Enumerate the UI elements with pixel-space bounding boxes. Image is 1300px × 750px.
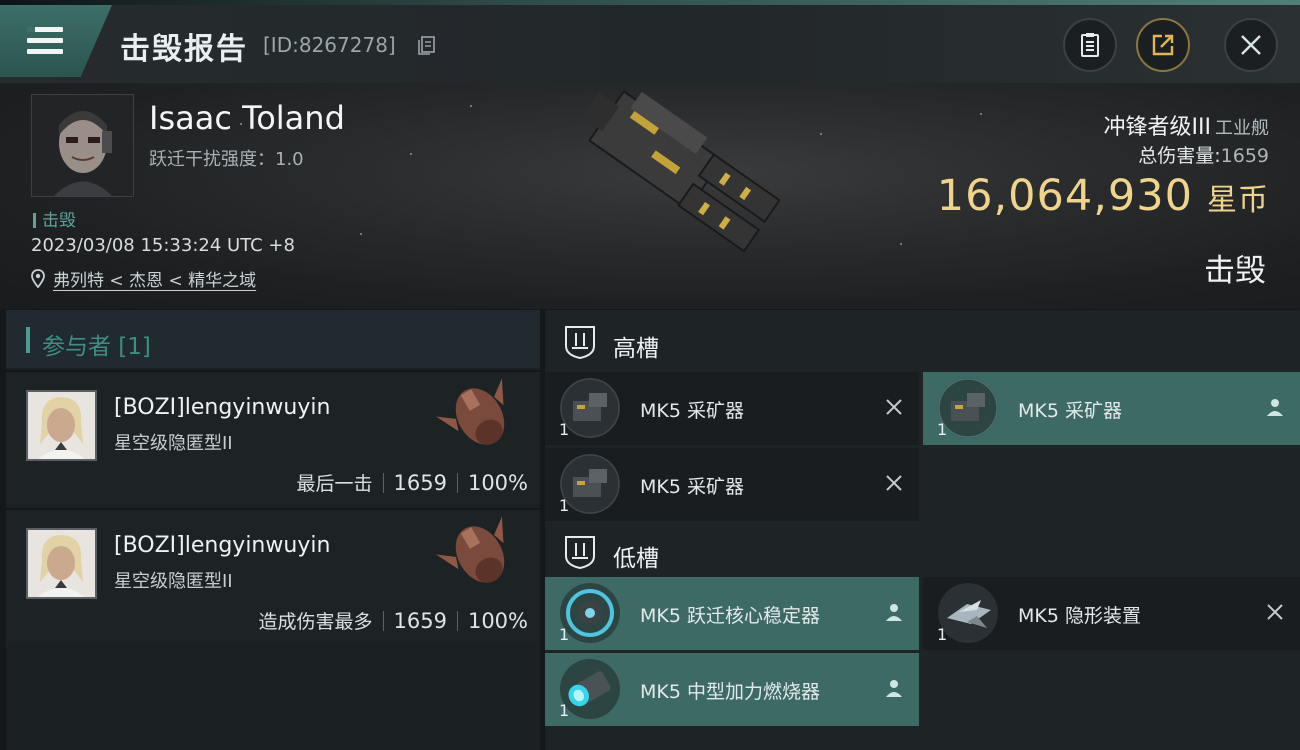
- module-name: MK5 采矿器: [640, 476, 744, 498]
- participant-avatar[interactable]: [26, 390, 97, 461]
- person-icon: [886, 604, 902, 621]
- high-slots-title: 高槽: [613, 336, 659, 362]
- low-slot-icon: [565, 536, 595, 570]
- module-item[interactable]: 1 MK5 中型加力燃烧器: [545, 653, 919, 726]
- module-name: MK5 中型加力燃烧器: [640, 681, 820, 703]
- participant-stats: 造成伤害最多 1659 100%: [258, 608, 528, 634]
- close-icon: [1241, 35, 1261, 55]
- kill-timestamp: 2023/03/08 15:33:24 UTC +8: [31, 235, 295, 256]
- participant-avatar[interactable]: [26, 528, 97, 599]
- victim-portrait[interactable]: [31, 94, 134, 197]
- high-slots-header: 高槽: [545, 310, 1300, 372]
- kill-status: 击毁: [1204, 253, 1266, 289]
- person-icon: [886, 680, 902, 697]
- low-slots-header: 低槽: [545, 520, 1300, 582]
- participant-ship: 星空级隐匿型II: [114, 433, 233, 454]
- participants-panel: 参与者 [1] [BOZI]lengyinwuyin 星空级隐匿型II 最后一击…: [6, 310, 540, 750]
- close-button[interactable]: [1224, 18, 1278, 72]
- participant-card[interactable]: [BOZI]lengyinwuyin 星空级隐匿型II 最后一击 1659 10…: [6, 370, 540, 504]
- participant-card[interactable]: [BOZI]lengyinwuyin 星空级隐匿型II 造成伤害最多 1659 …: [6, 508, 540, 642]
- total-damage: 总伤害量:1659: [1138, 145, 1269, 167]
- destroyed-icon: [1267, 604, 1283, 620]
- module-item[interactable]: 1 MK5 跃迁核心稳定器: [545, 577, 919, 650]
- participants-title: 参与者 [1]: [42, 334, 151, 360]
- isk-value: 16,064,930 星币: [936, 171, 1269, 221]
- module-name: MK5 隐形装置: [1018, 605, 1141, 627]
- clipboard-icon: [1081, 33, 1099, 57]
- module-name: MK5 采矿器: [1018, 400, 1122, 422]
- kill-tag: 击毁: [33, 206, 76, 231]
- menu-icon: [27, 27, 63, 55]
- share-icon: [1152, 34, 1174, 56]
- module-item[interactable]: 1 MK5 采矿器: [545, 372, 919, 445]
- module-item[interactable]: 1 MK5 采矿器: [923, 372, 1300, 445]
- kill-location[interactable]: 弗列特 < 杰恩 < 精华之域: [31, 266, 256, 291]
- participants-header: 参与者 [1]: [6, 310, 540, 368]
- module-name: MK5 跃迁核心稳定器: [640, 605, 820, 627]
- fittings-panel: 高槽 1 MK5 采矿器 1 MK5 采矿器 1 MK5 采矿器 低槽 1 MK…: [545, 310, 1300, 750]
- high-slot-icon: [565, 326, 595, 360]
- module-item[interactable]: 1 MK5 隐形装置: [923, 577, 1300, 650]
- person-icon: [1267, 399, 1283, 416]
- victim-summary: Isaac Toland 跃迁干扰强度：1.0 击毁 2023/03/08 15…: [0, 83, 1300, 309]
- participant-ship-image[interactable]: [436, 376, 528, 464]
- location-text[interactable]: 弗列特 < 杰恩 < 精华之域: [53, 266, 256, 291]
- copy-icon[interactable]: [418, 35, 436, 55]
- participant-stats: 最后一击 1659 100%: [296, 470, 528, 496]
- clipboard-button[interactable]: [1063, 18, 1117, 72]
- location-pin-icon: [31, 269, 45, 288]
- warp-disruption: 跃迁干扰强度：1.0: [149, 149, 304, 170]
- destroyed-icon: [886, 399, 902, 415]
- page-title: 击毁报告: [120, 32, 248, 67]
- pilot-name[interactable]: Isaac Toland: [149, 99, 345, 137]
- report-id: [ID:8267278]: [263, 33, 396, 57]
- ship-class: 冲锋者级III 工业舰: [1103, 115, 1269, 140]
- share-button[interactable]: [1136, 18, 1190, 72]
- module-item[interactable]: 1 MK5 采矿器: [545, 448, 919, 521]
- participant-ship: 星空级隐匿型II: [114, 571, 233, 592]
- module-name: MK5 采矿器: [640, 400, 744, 422]
- victim-ship-image[interactable]: [530, 88, 780, 303]
- participant-name[interactable]: [BOZI]lengyinwuyin: [114, 395, 330, 420]
- participant-ship-image[interactable]: [436, 514, 528, 602]
- low-slots-title: 低槽: [613, 546, 659, 572]
- destroyed-icon: [886, 475, 902, 491]
- participant-name[interactable]: [BOZI]lengyinwuyin: [114, 533, 330, 558]
